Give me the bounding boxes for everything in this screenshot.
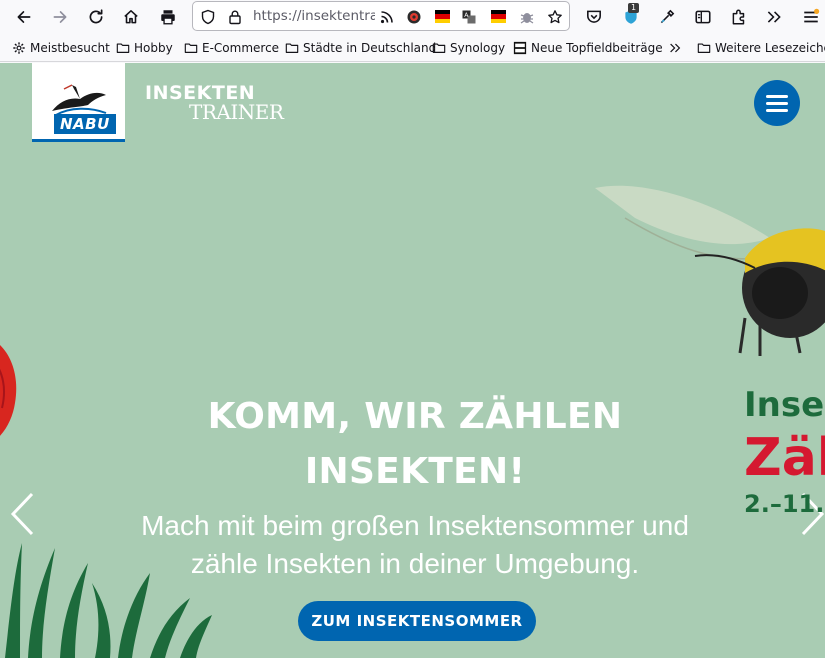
bookmark-ecommerce[interactable]: E-Commerce [184,39,279,57]
page-viewport: NABU INSEKTEN TRAINER KOMM, WIR ZÄHLEN I… [0,63,825,658]
extensions-button[interactable] [725,3,753,31]
hero-subtitle: Mach mit beim großen Insektensommer und … [141,510,689,579]
hamburger-icon-bar [766,94,788,98]
bookmark-weitere[interactable]: Weitere Lesezeichen [697,39,825,57]
notification-badge: 1 [628,3,640,13]
star-icon[interactable] [545,7,565,27]
eyedropper-icon [660,9,675,24]
bookmark-meistbesucht[interactable]: Meistbesucht [12,39,110,57]
insektensommer-button[interactable]: ZUM INSEKTENSOMMER [298,601,536,641]
bumblebee-image [595,185,825,356]
german-flag-icon[interactable] [435,10,450,23]
overflow-button[interactable] [760,3,788,31]
reader-view-button[interactable] [689,3,717,31]
rss-icon[interactable] [377,7,397,27]
promo-line1: Insek [744,385,825,425]
home-button[interactable] [117,3,145,31]
home-icon [124,10,138,24]
folder-icon [697,43,711,53]
nabu-wordmark: NABU [54,114,116,134]
promo-date: 2.–11.6. [744,490,825,518]
forward-button[interactable] [46,3,74,31]
double-chevron-icon [670,43,681,53]
hero-heading: KOMM, WIR ZÄHLEN INSEKTEN! [207,396,623,492]
address-bar[interactable]: https://insektentrai A [192,1,570,31]
extension-badge-button[interactable]: 1 [617,3,645,31]
hamburger-icon [804,8,820,23]
pocket-icon [587,10,601,23]
arrow-right-icon [53,11,67,23]
stork-icon [52,84,107,116]
bookmarks-overflow[interactable] [668,39,686,57]
url-text[interactable]: https://insektentrai [253,8,375,24]
shield-icon[interactable] [198,7,218,27]
double-chevron-icon [767,11,781,23]
print-button[interactable] [154,3,182,31]
poppy-flower-image [0,345,17,436]
translate-icon[interactable]: A [459,7,479,27]
site-title[interactable]: INSEKTEN TRAINER [145,83,305,124]
reload-button[interactable] [82,3,110,31]
pocket-button[interactable] [580,3,608,31]
site-title-line2: TRAINER [189,100,284,124]
back-button[interactable] [10,3,38,31]
reload-icon [89,9,103,24]
hamburger-icon-bar [766,108,788,112]
bookmarks-bar: Meistbesucht Hobby E-Commerce Städte in … [0,34,825,62]
extension-target-icon[interactable] [404,7,424,27]
topfield-icon [513,41,527,55]
promo-banner: Insek Zäh 2.–11.6. [744,381,825,521]
app-menu-button[interactable] [797,3,825,31]
sidebar-icon [695,10,711,24]
hamburger-icon-bar [766,101,788,105]
printer-icon [161,10,175,25]
german-flag-icon-2[interactable] [491,10,506,23]
chevron-left-icon [10,492,34,536]
puzzle-icon [732,9,745,25]
folder-icon [285,43,299,53]
bug-icon[interactable] [517,7,537,27]
bookmark-synology[interactable]: Synology [432,39,505,57]
folder-icon [432,43,446,53]
folder-icon [116,43,130,53]
eyedropper-button[interactable] [653,3,681,31]
browser-toolbar: https://insektentrai A 1 [0,0,825,34]
lock-icon[interactable] [225,7,245,27]
bookmark-topfield[interactable]: Neue Topfieldbeiträge [513,39,663,57]
bookmark-hobby[interactable]: Hobby [116,39,173,57]
carousel-prev-button[interactable] [8,491,38,537]
promo-line2: Zäh [744,428,825,488]
bookmark-staedte[interactable]: Städte in Deutschland [285,39,436,57]
folder-icon [184,43,198,53]
menu-button[interactable] [754,80,800,126]
gear-icon [13,42,25,54]
arrow-left-icon [17,11,31,23]
nabu-logo[interactable]: NABU [32,63,125,142]
